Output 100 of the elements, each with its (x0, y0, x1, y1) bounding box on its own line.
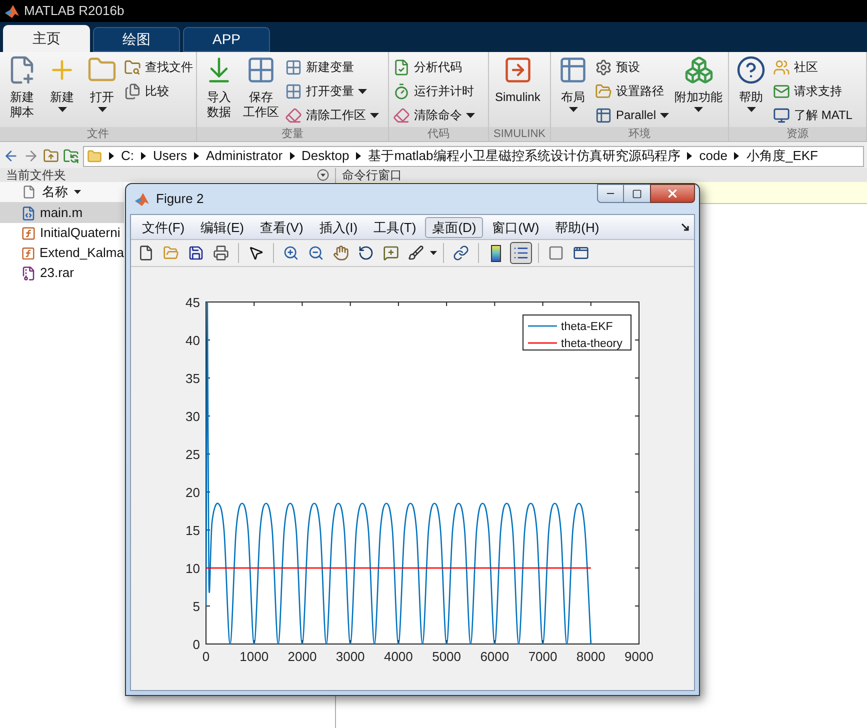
close-button[interactable] (650, 184, 695, 203)
path-segment[interactable]: C: (121, 146, 134, 166)
ribbon-small-button[interactable]: 查找文件 (124, 56, 193, 78)
zoom-in-icon (283, 245, 299, 261)
ribbon-group-label: 变量 (197, 127, 388, 141)
hand-icon (333, 245, 349, 261)
panel-title: 当前文件夹 (6, 168, 66, 182)
legend-icon (513, 245, 529, 261)
monitor-icon (773, 106, 790, 124)
ribbon-small-button[interactable]: 分析代码 (393, 56, 475, 78)
ribbon-button[interactable]: Simulink (493, 55, 542, 105)
ribbon-button[interactable]: 布局 (555, 55, 591, 112)
ribbon-group-label: 文件 (0, 127, 196, 141)
ribbon-small-button[interactable]: 请求支持 (773, 80, 852, 102)
ribbon-button[interactable]: 新建 脚本 (4, 55, 40, 120)
caret-icon (141, 152, 146, 160)
help-icon (736, 55, 766, 85)
dock-arrow-icon[interactable] (681, 222, 690, 232)
ribbon-small-button[interactable]: 设置路径 (595, 80, 670, 102)
folder-icon (595, 82, 612, 100)
ribbon-button[interactable]: 新建 (44, 55, 80, 112)
ribbon-tab[interactable]: 主页 (3, 25, 90, 52)
ribbon-small-button[interactable]: Parallel (595, 104, 670, 126)
path-segment[interactable]: Users (153, 146, 187, 166)
stopwatch-icon (393, 82, 410, 100)
caret-icon (98, 107, 106, 112)
menu-item[interactable]: 编辑(E) (194, 216, 251, 238)
script-file-icon (21, 206, 36, 220)
caret-icon (694, 107, 704, 112)
ribbon-small-button[interactable]: 新建变量 (285, 56, 379, 78)
ribbon-small-button[interactable]: 清除工作区 (285, 104, 379, 126)
data-tip-icon (383, 245, 399, 261)
maximize-button[interactable] (624, 184, 650, 203)
menu-item[interactable]: 查看(V) (252, 216, 310, 238)
x-tick-label: 4000 (384, 649, 413, 664)
ribbon-button[interactable]: 帮助 (733, 55, 769, 112)
path-segment[interactable]: code (699, 146, 728, 166)
ribbon-button[interactable]: 打开 (84, 55, 120, 112)
legend-label: theta-EKF (561, 321, 613, 333)
path-segment[interactable]: Desktop (302, 146, 350, 166)
menu-item[interactable]: 文件(F) (135, 216, 192, 238)
maximize-icon (632, 188, 642, 198)
pointer-icon (248, 245, 264, 261)
menu-item[interactable]: 插入(I) (312, 216, 365, 238)
back-icon[interactable] (3, 148, 19, 164)
minimize-button[interactable] (597, 184, 624, 203)
window-title: MATLAB R2016b (24, 2, 124, 20)
ribbon-small-button[interactable]: 社区 (773, 56, 852, 78)
x-tick-label: 7000 (528, 649, 558, 664)
caret-icon (358, 88, 367, 94)
function-file-icon (21, 246, 36, 260)
caret-icon (687, 152, 692, 160)
path-segment[interactable]: Administrator (206, 146, 283, 166)
ribbon-tab[interactable]: 绘图 (93, 27, 180, 52)
ribbon-group-label: SIMULINK (489, 127, 550, 141)
legend-label: theta-theory (561, 338, 622, 350)
ribbon-group-label: 资源 (729, 127, 866, 141)
x-tick-label: 1000 (240, 649, 269, 664)
menu-item[interactable]: 桌面(D) (425, 216, 484, 238)
new-file-icon (138, 245, 154, 261)
menu-item[interactable]: 窗口(W) (485, 216, 546, 238)
ribbon-button[interactable]: 导入 数据 (201, 55, 237, 120)
ribbon-small-button[interactable]: 比较 (124, 80, 193, 102)
ribbon-button[interactable]: 附加功能 (673, 55, 724, 112)
ribbon-group-label: 代码 (389, 127, 488, 141)
ribbon-small-button[interactable]: 清除命令 (393, 104, 475, 126)
panel-menu-icon[interactable] (317, 169, 329, 181)
browse-folder-icon[interactable] (63, 148, 79, 164)
caret-icon (356, 152, 362, 160)
ribbon-small-button[interactable]: 运行并计时 (393, 80, 475, 102)
caret-icon (660, 112, 670, 118)
path-field[interactable]: C: Users Administrator Desktop 基于matlab编程小卫星磁控系统设计仿真研究源码程序 code 小角度_EKF (83, 146, 864, 166)
link-icon (453, 245, 469, 261)
y-tick-label: 30 (186, 409, 200, 424)
forward-icon[interactable] (23, 148, 39, 164)
x-tick-label: 8000 (576, 649, 606, 664)
ribbon-button[interactable]: 保存 工作区 (241, 55, 281, 120)
path-segment[interactable]: 小角度_EKF (746, 146, 818, 166)
menu-item[interactable]: 帮助(H) (548, 216, 606, 238)
y-tick-label: 20 (186, 485, 200, 500)
printer-icon (213, 245, 229, 261)
rotate-icon (358, 245, 374, 261)
ribbon-small-button[interactable]: 预设 (595, 56, 670, 78)
ribbon-small-button[interactable]: 打开变量 (285, 80, 379, 102)
folder-up-icon[interactable] (43, 148, 59, 164)
folder-search-icon (124, 58, 141, 76)
column-header[interactable]: 名称 (0, 182, 124, 203)
menu-item[interactable]: 工具(T) (366, 216, 424, 238)
ribbon-small-button[interactable]: 了解 MATL (773, 104, 852, 126)
file-row[interactable]: main.m (0, 203, 124, 223)
envelope-icon (773, 82, 790, 100)
x-tick-label: 0 (202, 649, 210, 664)
path-segment[interactable]: 基于matlab编程小卫星磁控系统设计仿真研究源码程序 (368, 146, 680, 166)
y-tick-label: 0 (192, 637, 200, 652)
folder-icon (87, 148, 102, 164)
file-column-icon (22, 185, 36, 199)
caret-icon (746, 107, 756, 112)
ribbon-tab[interactable]: APP (183, 27, 270, 52)
caret-icon (370, 112, 379, 118)
function-file-icon (21, 226, 36, 240)
